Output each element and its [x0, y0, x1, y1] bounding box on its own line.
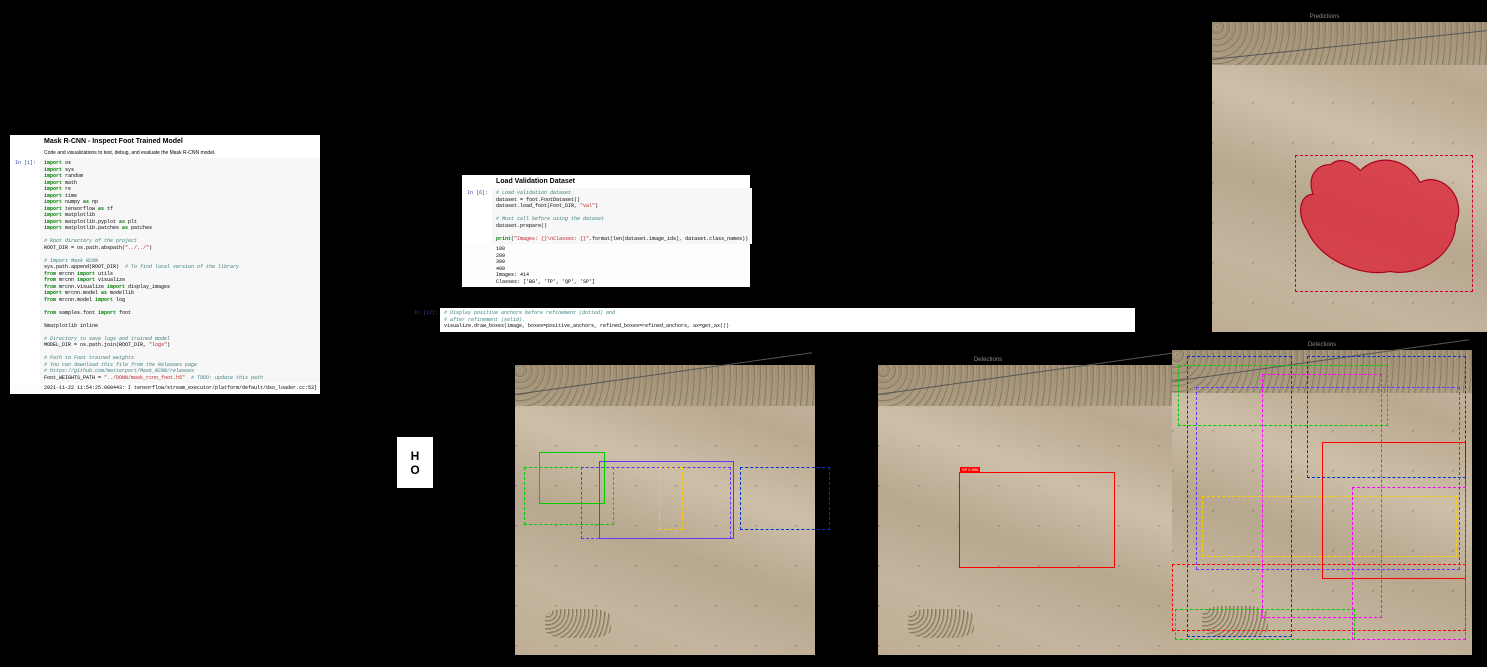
figure-title: Predictions	[1176, 14, 1473, 20]
cell-prompt: In [12]:	[410, 308, 440, 332]
code-cell-12[interactable]: In [12]: # Display positive anchors befo…	[410, 308, 1135, 332]
cell-output-6: 100 200 300 400 Images: 414 Classes: ['B…	[462, 244, 750, 287]
figure-anchors	[475, 365, 775, 655]
notebook-panel-anchors: In [12]: # Display positive anchors befo…	[410, 308, 1135, 332]
label-box-ho: H O	[395, 435, 435, 490]
code-cell-1[interactable]: In [1]: import os import sys import rand…	[10, 158, 320, 383]
proposal-box	[1196, 387, 1460, 570]
figure-title: Detections	[838, 357, 1138, 363]
cell-prompt: In [6]:	[462, 188, 492, 244]
anchor-box-refined	[599, 461, 734, 539]
code-cell-6[interactable]: In [6]: # Load validation dataset datase…	[462, 188, 750, 244]
notebook-panel-imports: Mask R-CNN - Inspect Foot Trained Model …	[10, 135, 320, 394]
proposal-box	[1175, 609, 1355, 640]
cell-output-1: 2021-11-22 11:54:25.000443: I tensorflow…	[10, 383, 320, 394]
section-title: Load Validation Dataset	[462, 175, 750, 188]
detection-bbox: SP 0.998	[959, 472, 1115, 568]
code-content[interactable]: import os import sys import random impor…	[40, 158, 320, 383]
notebook-subtitle: Code and visualizations to test, debug, …	[10, 148, 320, 158]
figure-predictions-mask: Predictions	[1176, 22, 1473, 332]
anchor-box-refined	[539, 452, 605, 504]
mask-overlay	[1212, 22, 1487, 319]
figure-detection-multi: Detections	[1172, 350, 1472, 655]
notebook-title: Mask R-CNN - Inspect Foot Trained Model	[10, 135, 320, 148]
code-content[interactable]: # Load validation dataset dataset = foot…	[492, 188, 752, 244]
cell-prompt: In [1]:	[10, 158, 40, 383]
notebook-panel-load-dataset: Load Validation Dataset In [6]: # Load v…	[462, 175, 750, 287]
detection-label: SP 0.998	[960, 467, 980, 472]
code-content[interactable]: # Display positive anchors before refine…	[440, 308, 1135, 332]
figure-detection-single: Detections SP 0.998	[838, 365, 1138, 655]
anchor-box-dotted	[740, 467, 830, 531]
